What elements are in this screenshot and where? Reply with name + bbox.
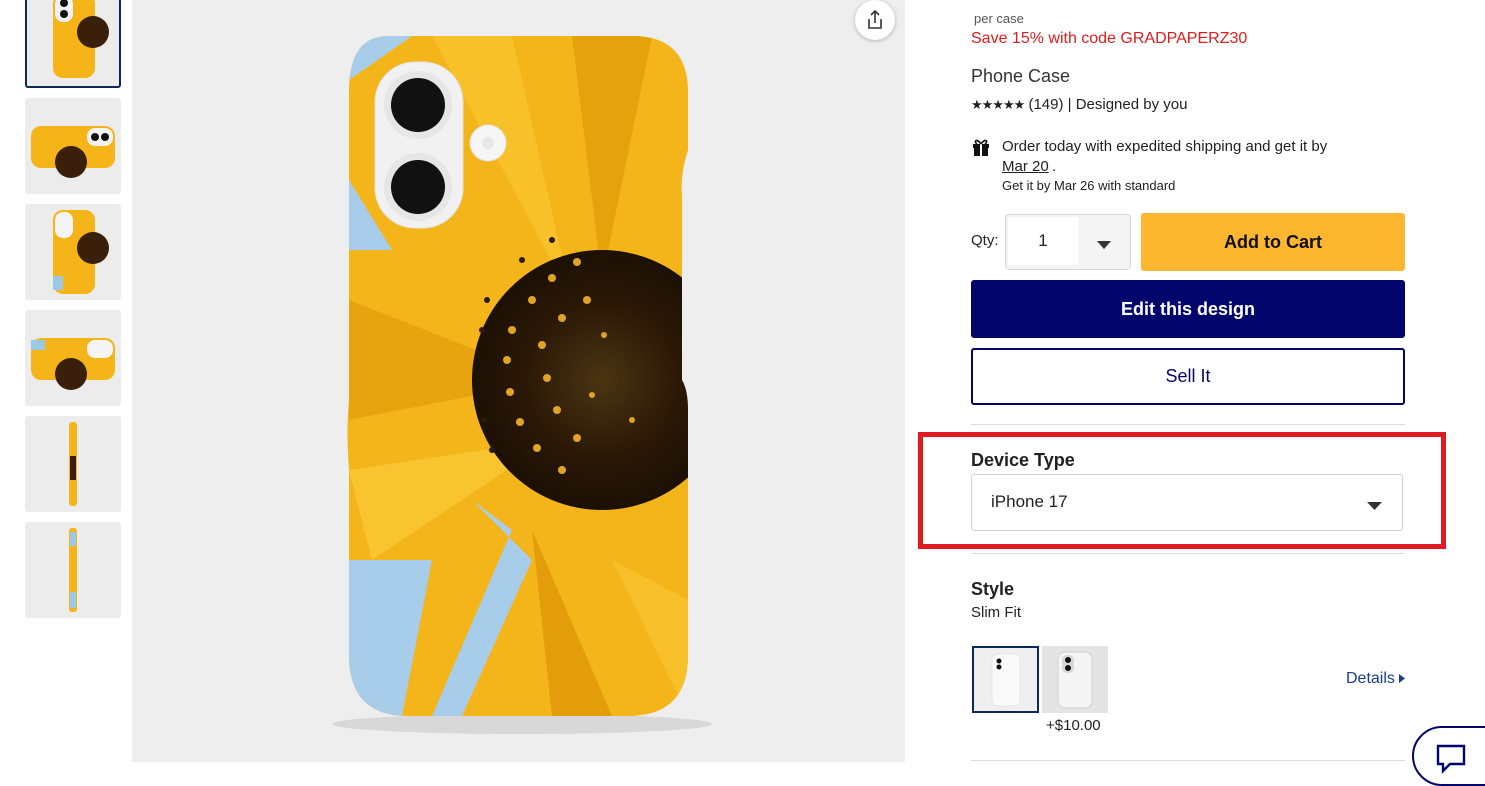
caret-right-icon [1399,674,1406,683]
style-label: Style [971,579,1015,599]
thumbnail-2[interactable] [25,98,121,194]
shipping-message: Order today with expedited shipping and … [1002,138,1328,155]
shipping-date-link[interactable]: Mar 20 [1002,158,1049,175]
sell-it-button[interactable]: Sell It [971,348,1405,405]
divider [971,424,1405,425]
divider [971,760,1405,761]
thumbnail-6[interactable] [25,522,121,618]
product-image-stage [132,0,905,762]
thumbnail-4[interactable] [25,310,121,406]
edit-design-button[interactable]: Edit this design [971,280,1405,338]
share-button[interactable] [855,0,895,40]
style-option-tough[interactable] [1042,646,1108,713]
chat-button[interactable] [1412,726,1485,786]
shipping-period: . [1052,158,1057,175]
style-value: Slim Fit [971,604,1021,621]
thumbnail-5[interactable] [25,416,121,512]
price-per-case: per case [974,11,1024,26]
quantity-value[interactable]: 1 [1008,217,1078,265]
qty-label: Qty: [971,232,999,249]
thumbnail-3[interactable] [25,204,121,300]
gift-icon [971,137,991,162]
product-title: Phone Case [971,66,1071,86]
device-type-value[interactable]: iPhone 17 [991,492,1068,512]
chevron-down-icon[interactable] [1097,236,1111,254]
add-to-cart-button[interactable]: Add to Cart [1141,213,1405,271]
rating-text: (149) | Designed by you [1028,96,1188,113]
device-type-label: Device Type [971,450,1075,470]
shipping-standard: Get it by Mar 26 with standard [1002,178,1176,193]
promo-text: Save 15% with code GRADPAPERZ30 [971,30,1248,47]
details-link[interactable]: Details [1346,670,1406,688]
phone-case-image [332,36,712,734]
style-option-slim-fit[interactable] [972,646,1039,713]
share-icon [868,10,882,29]
divider [971,553,1405,554]
details-label[interactable]: Details [1346,670,1395,687]
chat-icon [1436,744,1466,774]
thumbnail-1[interactable] [25,0,121,88]
star-rating[interactable]: ★★★★★ [971,97,1025,112]
style-option-price: +$10.00 [1046,717,1101,734]
rating-row: ★★★★★ (149) | Designed by you [971,96,1187,113]
chevron-down-icon[interactable] [1367,497,1382,515]
